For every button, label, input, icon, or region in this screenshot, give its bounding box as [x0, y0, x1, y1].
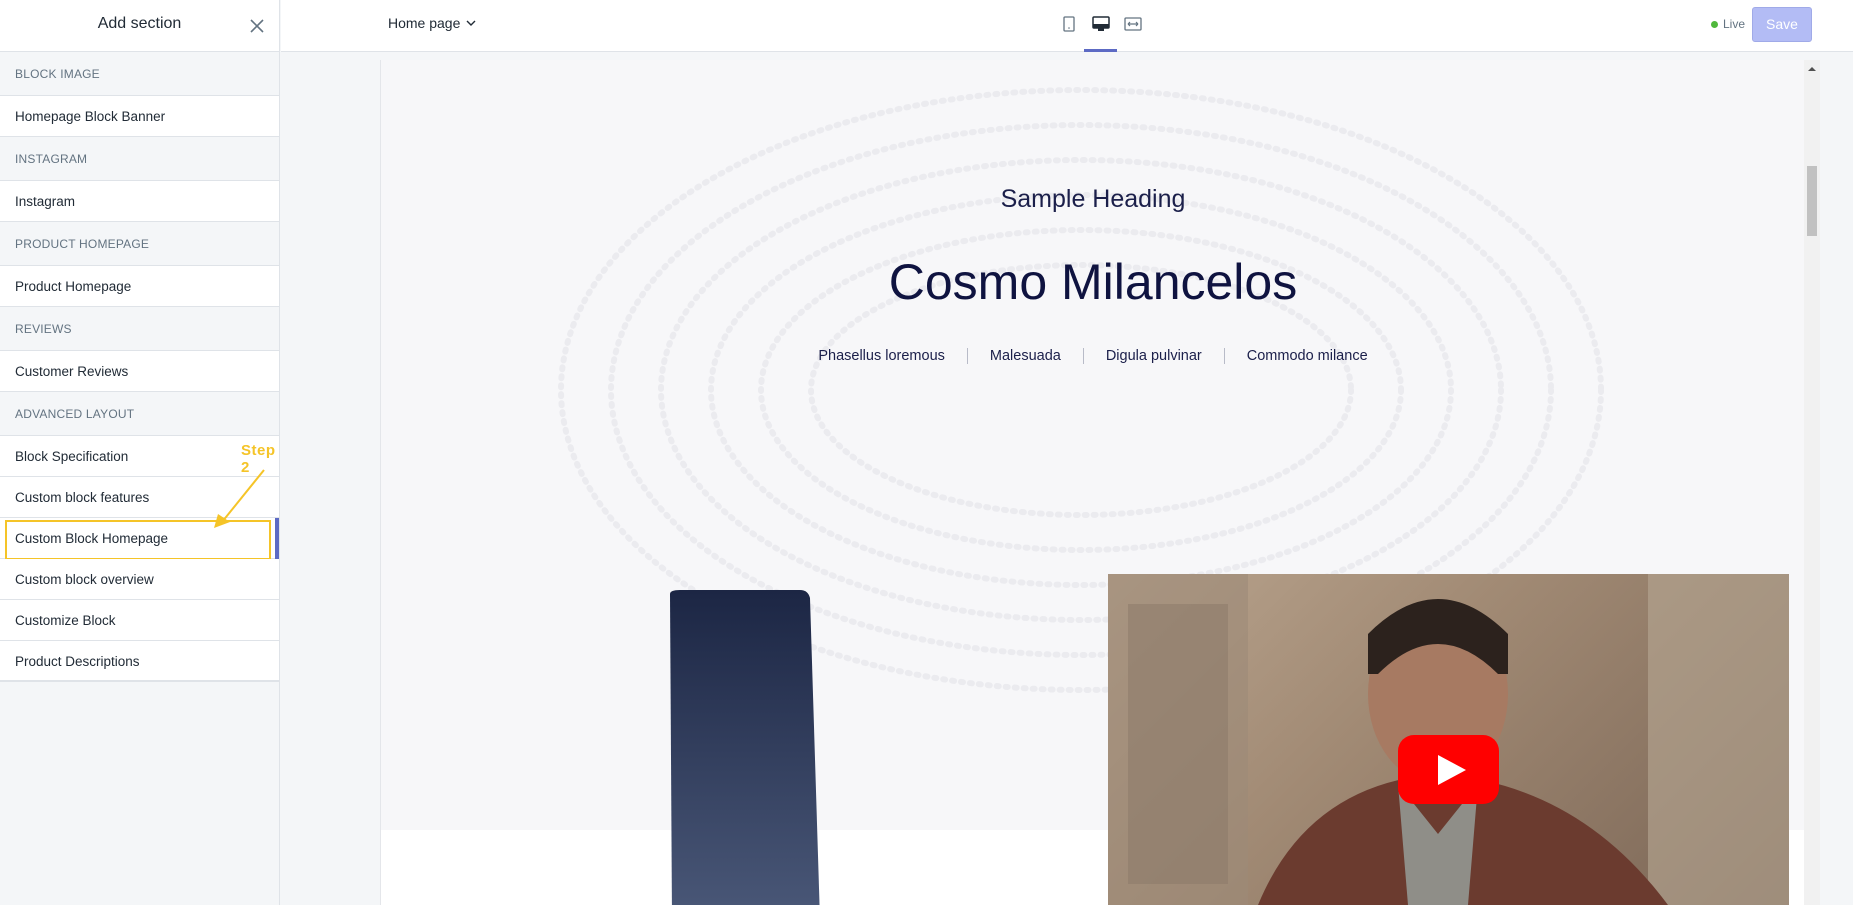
- sidebar-title: Add section: [97, 15, 182, 32]
- category-product-homepage: PRODUCT HOMEPAGE: [0, 222, 279, 266]
- category-block-image: BLOCK IMAGE: [0, 52, 279, 96]
- hero-link[interactable]: Commodo milance: [1225, 348, 1390, 364]
- preview-scrollbar[interactable]: [1804, 60, 1820, 905]
- theme-preview: Sample Heading Cosmo Milancelos Phasellu…: [380, 60, 1820, 905]
- section-product-homepage[interactable]: Product Homepage: [0, 266, 279, 307]
- sidebar-header: Add section: [0, 0, 279, 52]
- section-customize-block[interactable]: Customize Block: [0, 600, 279, 641]
- add-section-sidebar: Add section BLOCK IMAGE Homepage Block B…: [0, 0, 280, 905]
- hero-link[interactable]: Digula pulvinar: [1084, 348, 1224, 364]
- device-fullwidth-button[interactable]: [1123, 12, 1143, 36]
- product-image: [670, 590, 820, 905]
- editor-topbar: Home page Live Save: [281, 0, 1853, 52]
- close-icon[interactable]: [247, 16, 267, 36]
- section-instagram[interactable]: Instagram: [0, 181, 279, 222]
- category-advanced-layout: ADVANCED LAYOUT: [0, 392, 279, 436]
- device-mobile-button[interactable]: [1059, 12, 1079, 36]
- page-selector-label: Home page: [388, 15, 461, 31]
- device-switcher: [1059, 12, 1143, 52]
- section-custom-block-overview[interactable]: Custom block overview: [0, 559, 279, 600]
- section-customer-reviews[interactable]: Customer Reviews: [0, 351, 279, 392]
- category-instagram: INSTAGRAM: [0, 137, 279, 181]
- live-status-label: Live: [1723, 17, 1746, 31]
- live-dot-icon: [1711, 20, 1718, 28]
- hero-links: Phasellus loremous Malesuada Digula pulv…: [381, 348, 1805, 364]
- mobile-icon: [1063, 16, 1075, 32]
- category-reviews: REVIEWS: [0, 307, 279, 351]
- video-player[interactable]: [1108, 574, 1789, 905]
- hero-link[interactable]: Malesuada: [968, 348, 1083, 364]
- section-product-descriptions[interactable]: Product Descriptions: [0, 641, 279, 682]
- fullwidth-icon: [1124, 17, 1142, 31]
- live-status: Live: [1711, 17, 1745, 31]
- hero-title: Cosmo Milancelos: [888, 254, 1298, 310]
- annotation-arrow-icon: [214, 469, 265, 528]
- chevron-down-icon: [466, 20, 476, 26]
- page-selector[interactable]: Home page: [388, 15, 476, 31]
- hero-link[interactable]: Phasellus loremous: [796, 348, 967, 364]
- youtube-play-button[interactable]: [1398, 735, 1499, 804]
- sample-heading: Sample Heading: [1000, 185, 1186, 213]
- scrollbar-thumb[interactable]: [1807, 166, 1817, 236]
- save-button[interactable]: Save: [1752, 7, 1812, 42]
- section-homepage-block-banner[interactable]: Homepage Block Banner: [0, 96, 279, 137]
- section-list: BLOCK IMAGE Homepage Block Banner INSTAG…: [0, 52, 279, 682]
- scroll-up-icon[interactable]: [1807, 65, 1817, 73]
- desktop-icon: [1092, 16, 1110, 31]
- device-desktop-button[interactable]: [1084, 12, 1117, 52]
